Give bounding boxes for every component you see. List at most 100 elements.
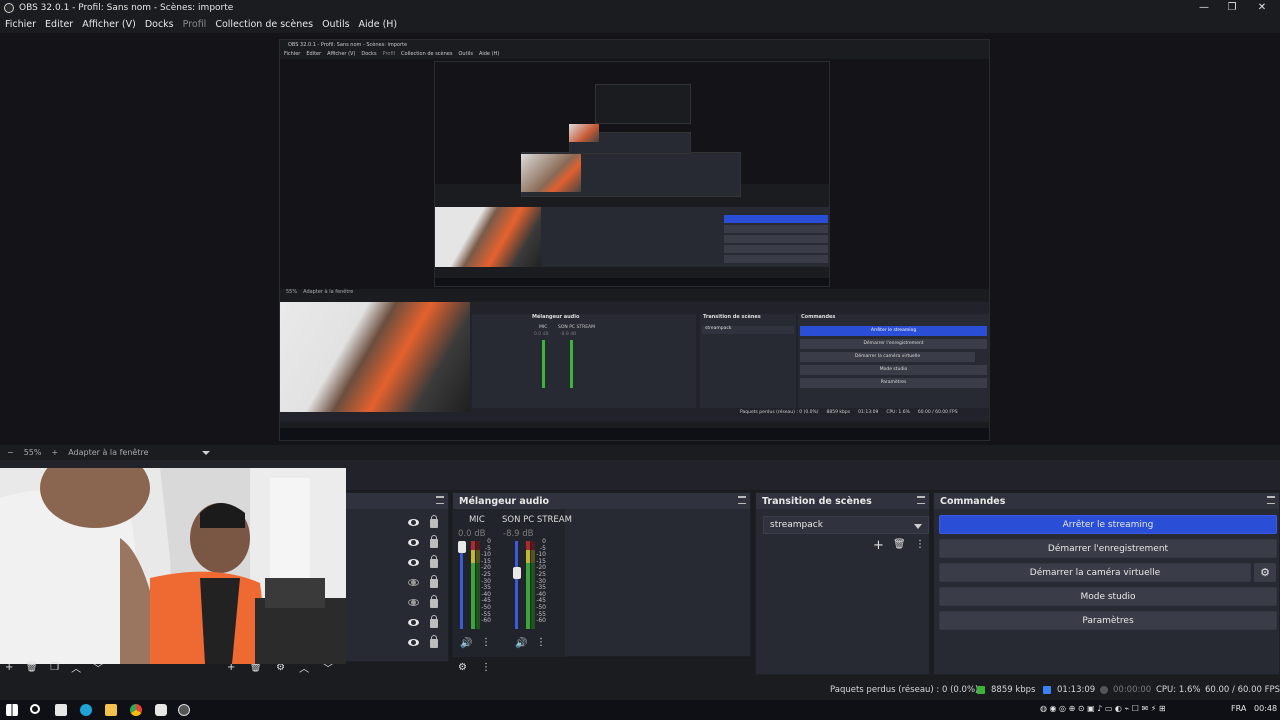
pc-fader-handle[interactable] xyxy=(513,566,521,579)
fit-window-select[interactable]: Adapter à la fenêtre xyxy=(68,448,148,457)
dock-float-icon[interactable] xyxy=(917,496,925,504)
search-icon[interactable] xyxy=(30,704,40,714)
task-view-icon[interactable] xyxy=(55,704,67,716)
add-icon[interactable]: + xyxy=(873,538,884,553)
commands-title-text: Commandes xyxy=(940,495,1006,507)
dock-float-icon[interactable] xyxy=(1267,496,1275,504)
lock-icon[interactable] xyxy=(430,615,438,628)
source-row[interactable] xyxy=(408,595,438,609)
windows-start-icon[interactable] xyxy=(6,704,18,716)
source-row[interactable] xyxy=(408,575,438,589)
menu-aide[interactable]: Aide (H) xyxy=(359,19,398,30)
stop-streaming-button[interactable]: Arrêter le streaming xyxy=(939,515,1277,534)
hidden-eye-icon[interactable] xyxy=(408,598,419,606)
mic-fader-handle[interactable] xyxy=(458,541,466,553)
nested-btn-studio: Mode studio xyxy=(800,365,987,375)
nested-fit: Adapter à la fenêtre xyxy=(303,289,354,295)
edge-browser-icon[interactable] xyxy=(80,704,92,716)
down-arrow-icon[interactable]: ﹀ xyxy=(93,660,103,675)
lock-icon[interactable] xyxy=(430,535,438,548)
lock-icon[interactable] xyxy=(430,595,438,608)
title-bar: OBS 32.0.1 - Profil: Sans nom - Scènes: … xyxy=(0,0,1280,15)
up-arrow-icon[interactable]: ︿ xyxy=(71,660,81,675)
mic-fader-track[interactable] xyxy=(460,541,463,629)
zoom-out-button[interactable]: − xyxy=(7,448,14,457)
visible-eye-icon[interactable] xyxy=(408,538,419,546)
studio-mode-button[interactable]: Mode studio xyxy=(939,587,1277,606)
menu-fichier[interactable]: Fichier xyxy=(5,19,36,30)
trash-icon[interactable]: 🗑 xyxy=(893,539,906,550)
mixer-channel-db: 0.0 dB xyxy=(458,529,486,539)
source-row[interactable] xyxy=(408,615,438,629)
transition-select[interactable]: streampack xyxy=(763,516,929,534)
nested-status-cpu: CPU: 1.6% xyxy=(886,410,910,415)
menu-outils[interactable]: Outils xyxy=(322,19,349,30)
add-icon[interactable]: + xyxy=(5,662,13,673)
chrome-icon[interactable] xyxy=(130,704,142,716)
nested-obs-capture: OBS 32.0.1 - Profil: Sans nom - Scènes: … xyxy=(279,39,990,441)
preview-toolbar: − 55% + Adapter à la fenêtre xyxy=(0,445,1280,460)
menu-profil[interactable]: Profil xyxy=(183,19,207,30)
lock-icon[interactable] xyxy=(430,635,438,648)
nested-menu-item: Afficher (V) xyxy=(327,51,356,57)
source-row[interactable] xyxy=(408,535,438,549)
virtual-camera-settings-gear-icon[interactable]: ⚙ xyxy=(1254,563,1276,582)
kebab-menu-icon[interactable]: ⋮ xyxy=(481,662,491,673)
clock[interactable]: 00:48 xyxy=(1254,704,1277,713)
dock-float-icon[interactable] xyxy=(436,496,444,504)
kebab-menu-icon[interactable]: ⋮ xyxy=(536,637,546,648)
source-row[interactable] xyxy=(408,515,438,529)
restore-button[interactable]: ❐ xyxy=(1216,0,1248,15)
visible-eye-icon[interactable] xyxy=(408,518,419,526)
nested-status-bitrate: 8859 kbps xyxy=(826,410,851,415)
settings-button[interactable]: Paramètres xyxy=(939,611,1277,630)
mixer-title: Mélangeur audio xyxy=(453,493,750,509)
language-indicator[interactable]: FRA xyxy=(1231,704,1246,713)
hidden-eye-icon[interactable] xyxy=(408,578,419,586)
nested-status: Paquets perdus (réseau) : 0 (0.0%) 8859 … xyxy=(740,410,958,415)
mic-meter xyxy=(471,541,475,629)
tray-icons[interactable]: ◍ ◉ ◎ ⊕ ⊙ ▣ ♪ ▭ ◐ ⌁ ☐ ✉ ⚡ ⊞ xyxy=(1040,704,1166,713)
source-row[interactable] xyxy=(408,555,438,569)
nested-menu-item: Fichier xyxy=(284,51,301,57)
menu-docks[interactable]: Docks xyxy=(145,19,174,30)
trash-icon[interactable]: 🗑 xyxy=(25,662,38,673)
zoom-in-button[interactable]: + xyxy=(51,448,58,457)
commands-dock: Commandes Arrêter le streaming Démarrer … xyxy=(933,492,1280,675)
copy-icon[interactable]: ❐ xyxy=(50,662,59,673)
source-row[interactable] xyxy=(408,635,438,649)
visible-eye-icon[interactable] xyxy=(408,638,419,646)
status-bar: Paquets perdus (réseau) : 0 (0.0%) 8859 … xyxy=(0,680,1280,700)
start-recording-button[interactable]: Démarrer l'enregistrement xyxy=(939,539,1277,558)
chevron-down-icon[interactable] xyxy=(202,450,211,455)
window-title: OBS 32.0.1 - Profil: Sans nom - Scènes: … xyxy=(19,2,234,13)
nested-btn-rec: Démarrer l'enregistrement xyxy=(800,339,987,349)
speaker-icon[interactable]: 🔊 xyxy=(460,638,472,649)
file-explorer-icon[interactable] xyxy=(105,704,117,716)
app-icon[interactable] xyxy=(155,704,167,716)
menu-collection-scenes[interactable]: Collection de scènes xyxy=(215,19,313,30)
zoom-level: 55% xyxy=(23,448,42,457)
dock-float-icon[interactable] xyxy=(738,496,746,504)
kebab-menu-icon[interactable]: ⋮ xyxy=(481,637,491,648)
nested-level-2 xyxy=(434,61,830,287)
scenes-toolbar: + 🗑 ❐ ︿ ﹀ xyxy=(5,660,103,675)
lock-icon[interactable] xyxy=(430,575,438,588)
transition-selected: streampack xyxy=(770,520,823,530)
transition-title-text: Transition de scènes xyxy=(762,495,872,507)
start-virtual-camera-button[interactable]: Démarrer la caméra virtuelle xyxy=(939,563,1251,582)
obs-taskbar-icon[interactable] xyxy=(178,704,190,716)
menu-afficher[interactable]: Afficher (V) xyxy=(82,19,136,30)
lock-icon[interactable] xyxy=(430,555,438,568)
pc-fader-track[interactable] xyxy=(515,541,518,629)
visible-eye-icon[interactable] xyxy=(408,558,419,566)
kebab-menu-icon[interactable]: ⋮ xyxy=(915,539,925,550)
visible-eye-icon[interactable] xyxy=(408,618,419,626)
close-button[interactable]: ✕ xyxy=(1246,0,1278,15)
menu-editer[interactable]: Editer xyxy=(45,19,73,30)
speaker-icon[interactable]: 🔊 xyxy=(515,638,527,649)
nested-commands-title: Commandes xyxy=(801,314,836,320)
nested-transition-title: Transition de scènes xyxy=(703,314,761,320)
mixer-settings-gear-icon[interactable]: ⚙ xyxy=(458,662,467,673)
lock-icon[interactable] xyxy=(430,515,438,528)
